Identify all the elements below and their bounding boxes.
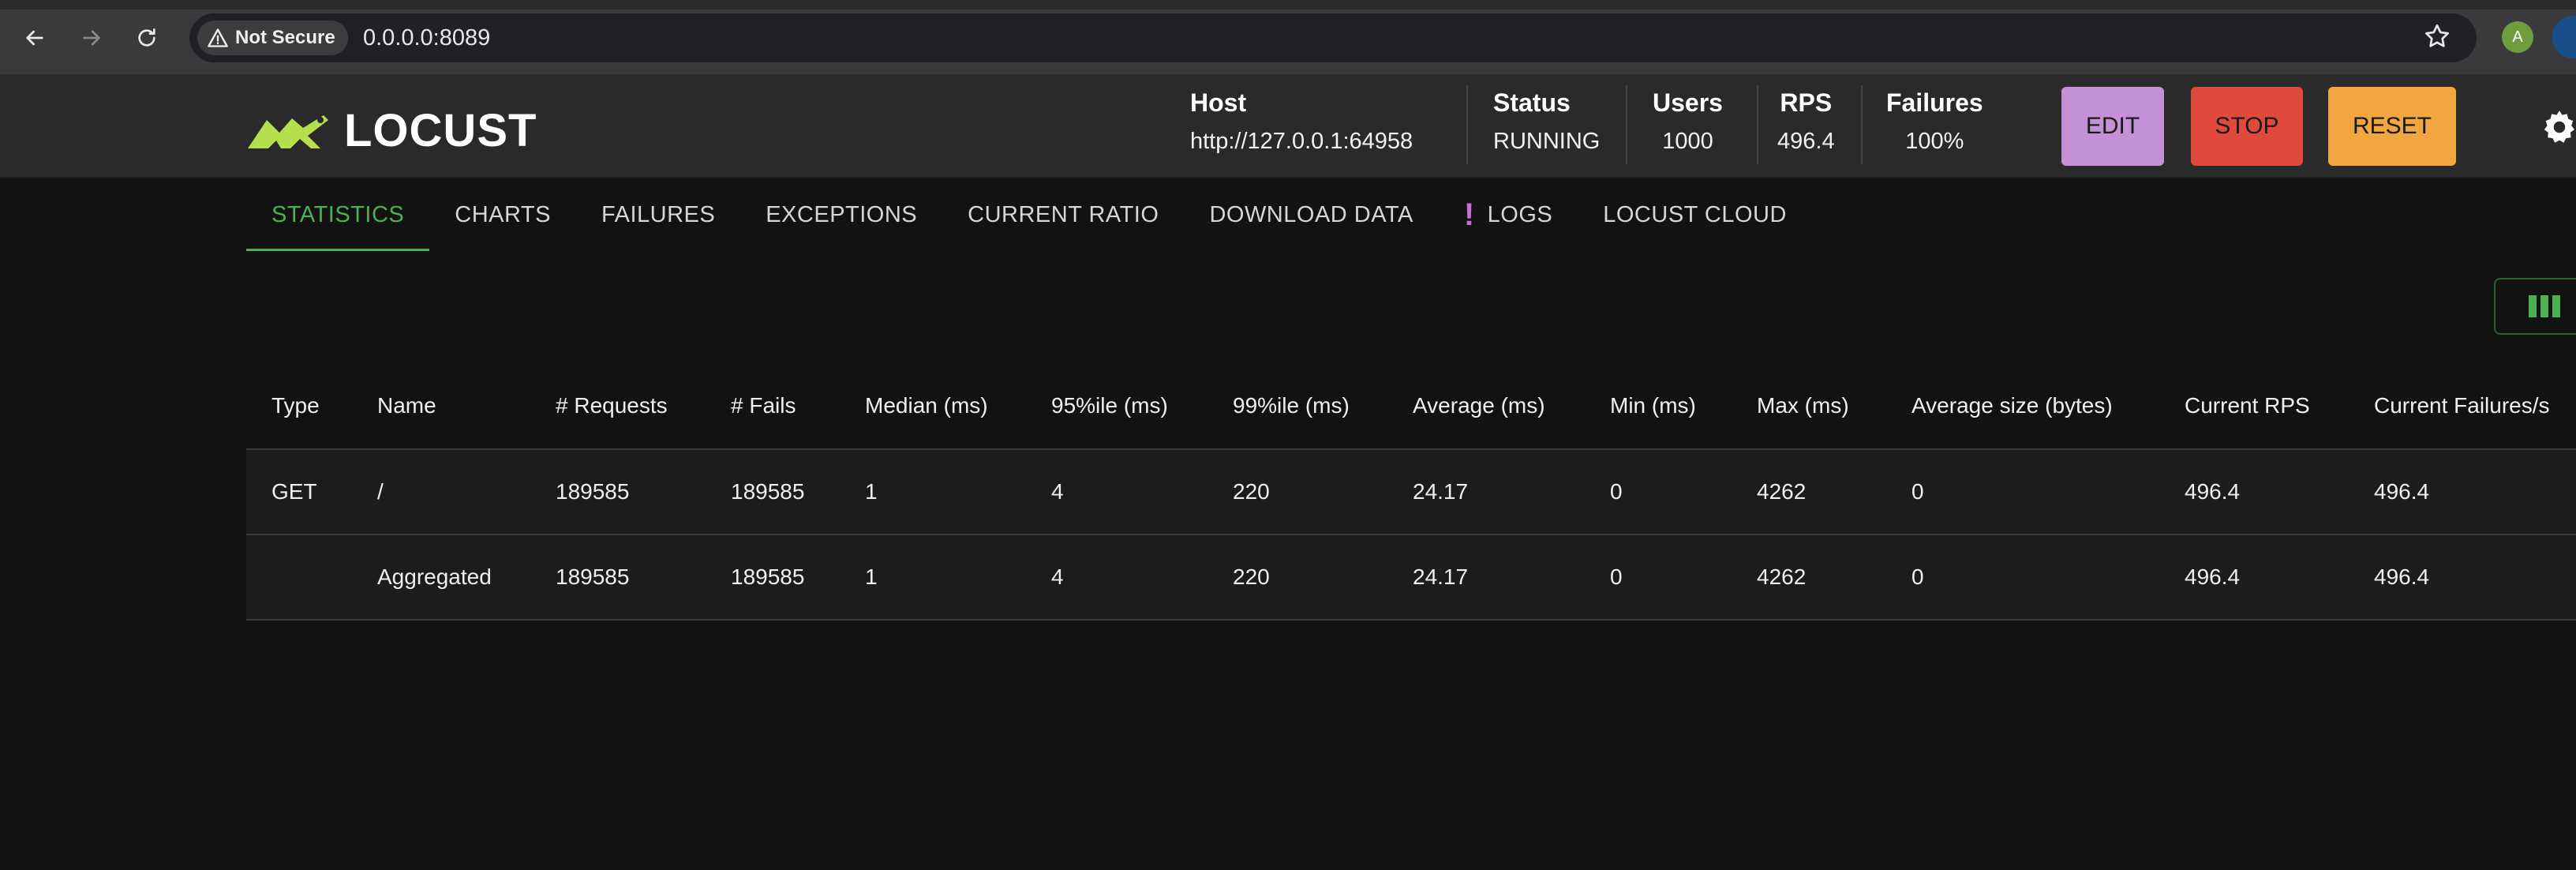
app-header: LOCUST Host http://127.0.0.1:64958 Statu… bbox=[0, 74, 2576, 178]
tab-logs[interactable]: ! LOGS bbox=[1439, 178, 1578, 251]
table-cell: / bbox=[377, 479, 384, 504]
back-arrow-icon bbox=[26, 30, 43, 46]
table-cell: 0 bbox=[1610, 564, 1623, 589]
column-header[interactable]: # Requests bbox=[556, 363, 668, 448]
table-cell: 496.4 bbox=[2185, 564, 2241, 589]
rps-value: 496.4 bbox=[1777, 129, 1835, 154]
reset-button[interactable]: RESET bbox=[2328, 87, 2456, 166]
users-value: 1000 bbox=[1662, 129, 1713, 154]
table-cell: 1 bbox=[865, 479, 878, 504]
table-cell: 1 bbox=[865, 564, 878, 589]
table-cell: 24.17 bbox=[1413, 479, 1469, 504]
status-value: RUNNING bbox=[1493, 129, 1601, 154]
host-value: http://127.0.0.1:64958 bbox=[1190, 129, 1413, 154]
table-cell: 0 bbox=[1911, 479, 1924, 504]
table-cell: 189585 bbox=[556, 564, 630, 589]
table-cell: 496.4 bbox=[2185, 479, 2241, 504]
forward-arrow-icon bbox=[83, 30, 100, 46]
bookmark-star-icon[interactable] bbox=[2423, 22, 2451, 51]
table-cell: 24.17 bbox=[1413, 564, 1469, 589]
table-row: GET / 189585 189585 1 4 220 24.17 0 4262… bbox=[246, 450, 2576, 535]
settings-gear-icon[interactable] bbox=[2540, 107, 2576, 147]
host-label: Host bbox=[1190, 88, 1247, 117]
column-header[interactable]: 95%ile (ms) bbox=[1051, 363, 1168, 448]
users-stat: Users 1000 bbox=[1653, 88, 1723, 167]
status-stat: Status RUNNING bbox=[1493, 88, 1600, 167]
statistics-table: Type Name # Requests # Fails Median (ms)… bbox=[246, 363, 2576, 621]
table-cell: 4262 bbox=[1757, 479, 1807, 504]
url-text[interactable]: 0.0.0.0:8089 bbox=[363, 25, 490, 51]
column-header[interactable]: 99%ile (ms) bbox=[1233, 363, 1350, 448]
exclamation-icon: ! bbox=[1463, 197, 1475, 232]
tab-current-ratio[interactable]: CURRENT RATIO bbox=[942, 178, 1184, 251]
table-cell: 0 bbox=[1911, 564, 1924, 589]
table-cell: Aggregated bbox=[377, 564, 492, 589]
column-header[interactable]: Type bbox=[271, 363, 320, 448]
warning-triangle-icon bbox=[208, 28, 228, 47]
column-header[interactable]: Current RPS bbox=[2185, 363, 2310, 448]
column-header[interactable]: Max (ms) bbox=[1757, 363, 1849, 448]
browser-toolbar: Not Secure 0.0.0.0:8089 A bbox=[0, 0, 2576, 74]
rps-stat: RPS 496.4 bbox=[1777, 88, 1835, 167]
locust-logo[interactable]: LOCUST bbox=[245, 104, 537, 157]
column-selector-button[interactable] bbox=[2494, 278, 2576, 335]
header-divider bbox=[1626, 85, 1627, 164]
failures-label: Failures bbox=[1886, 88, 1983, 117]
tab-statistics[interactable]: STATISTICS bbox=[246, 178, 430, 251]
table-cell: 4 bbox=[1051, 564, 1064, 589]
column-header[interactable]: Average (ms) bbox=[1413, 363, 1545, 448]
table-header-row: Type Name # Requests # Fails Median (ms)… bbox=[246, 363, 2576, 450]
table-row-aggregated: Aggregated 189585 189585 1 4 220 24.17 0… bbox=[246, 535, 2576, 621]
back-button[interactable] bbox=[19, 22, 51, 54]
table-cell: 4 bbox=[1051, 479, 1064, 504]
table-cell: 496.4 bbox=[2374, 564, 2430, 589]
table-cell: 4262 bbox=[1757, 564, 1807, 589]
table-cell: 189585 bbox=[556, 479, 630, 504]
reload-button[interactable] bbox=[131, 22, 163, 54]
table-cell: GET bbox=[271, 479, 317, 504]
table-cell: 220 bbox=[1233, 564, 1270, 589]
reload-icon bbox=[138, 28, 155, 47]
table-cell: 189585 bbox=[731, 479, 805, 504]
table-cell: 189585 bbox=[731, 564, 805, 589]
table-cell: 220 bbox=[1233, 479, 1270, 504]
users-label: Users bbox=[1653, 88, 1723, 117]
status-label: Status bbox=[1493, 88, 1571, 117]
host-stat: Host http://127.0.0.1:64958 bbox=[1190, 88, 1413, 167]
column-header[interactable]: # Fails bbox=[731, 363, 796, 448]
tab-download-data[interactable]: DOWNLOAD DATA bbox=[1184, 178, 1438, 251]
stop-button[interactable]: STOP bbox=[2191, 87, 2303, 166]
extension-avatar[interactable]: A bbox=[2502, 21, 2533, 53]
rps-label: RPS bbox=[1780, 88, 1833, 117]
column-header[interactable]: Median (ms) bbox=[865, 363, 988, 448]
header-divider bbox=[1466, 85, 1468, 164]
table-cell: 0 bbox=[1610, 479, 1623, 504]
table-cell: 496.4 bbox=[2374, 479, 2430, 504]
tab-logs-label: LOGS bbox=[1487, 201, 1553, 227]
tab-locust-cloud[interactable]: LOCUST CLOUD bbox=[1578, 178, 1812, 251]
failures-stat: Failures 100% bbox=[1886, 88, 1983, 167]
column-header[interactable]: Average size (bytes) bbox=[1911, 363, 2113, 448]
security-chip[interactable]: Not Secure bbox=[197, 21, 348, 55]
tab-strip bbox=[0, 0, 2576, 9]
grasshopper-logo-icon bbox=[248, 114, 328, 148]
header-divider bbox=[1861, 85, 1863, 164]
edit-button[interactable]: EDIT bbox=[2061, 87, 2164, 166]
tab-charts[interactable]: CHARTS bbox=[429, 178, 576, 251]
tab-failures[interactable]: FAILURES bbox=[576, 178, 740, 251]
logo-text: LOCUST bbox=[344, 105, 537, 156]
header-divider bbox=[1757, 85, 1758, 164]
security-label: Not Secure bbox=[235, 27, 335, 48]
failures-value: 100% bbox=[1905, 129, 1964, 154]
columns-icon bbox=[2529, 295, 2560, 317]
column-header[interactable]: Current Failures/s bbox=[2374, 363, 2550, 448]
tab-bar: STATISTICS CHARTS FAILURES EXCEPTIONS CU… bbox=[246, 178, 1812, 251]
tab-exceptions[interactable]: EXCEPTIONS bbox=[740, 178, 942, 251]
forward-button[interactable] bbox=[76, 22, 107, 54]
address-bar[interactable]: Not Secure 0.0.0.0:8089 bbox=[189, 13, 2477, 62]
column-header[interactable]: Min (ms) bbox=[1610, 363, 1696, 448]
profile-avatar[interactable] bbox=[2552, 16, 2576, 58]
column-header[interactable]: Name bbox=[377, 363, 436, 448]
